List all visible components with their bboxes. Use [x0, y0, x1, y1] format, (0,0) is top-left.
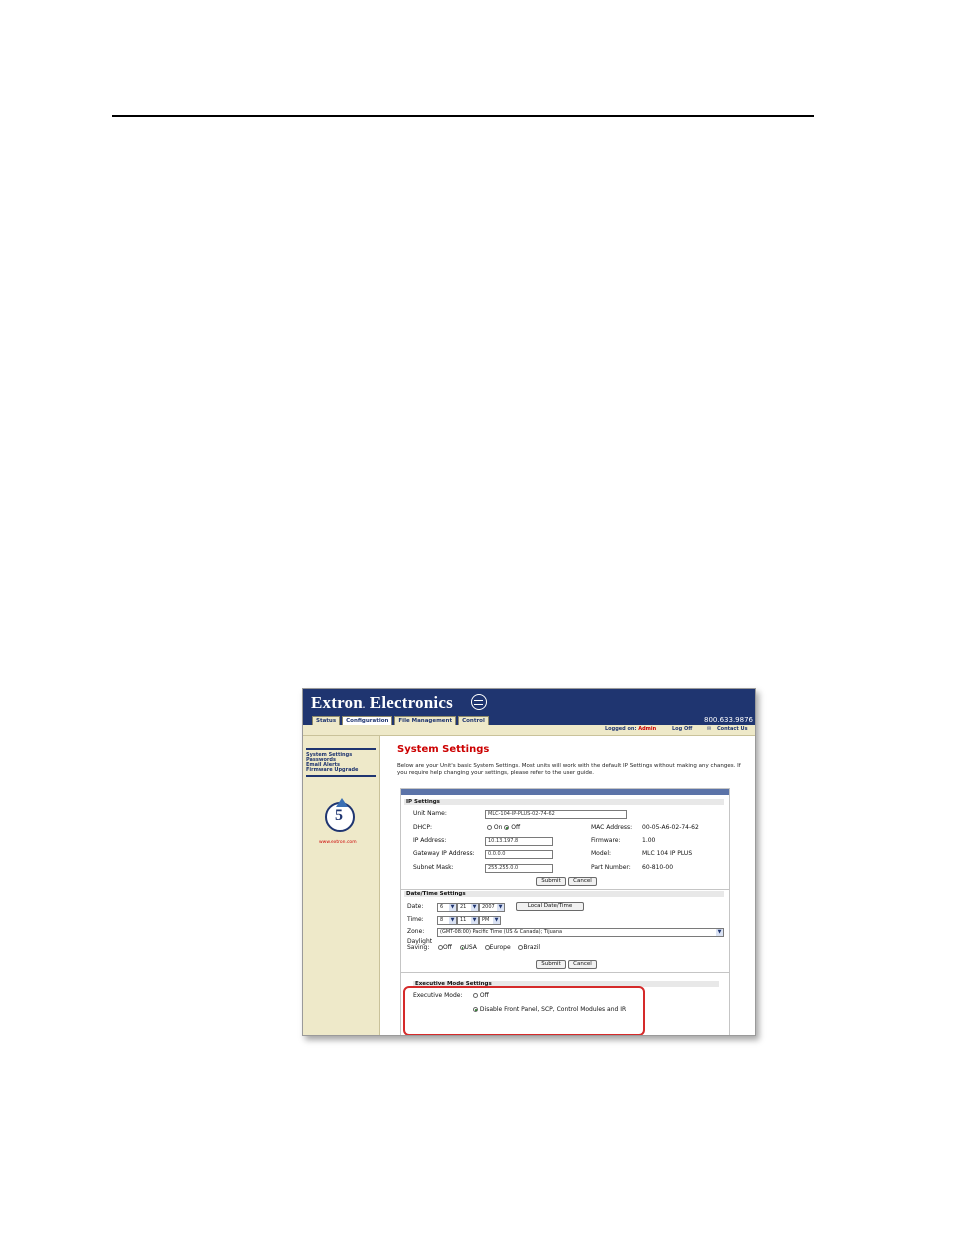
day-select[interactable]: 21 ▼	[457, 903, 479, 912]
gateway-input[interactable]: 0.0.0.0	[485, 850, 553, 859]
logged-on-label: Logged on:	[605, 726, 637, 732]
chevron-down-icon: ▼	[471, 917, 478, 924]
local-datetime-button[interactable]: Local Date/Time	[516, 902, 584, 911]
time-label: Time:	[407, 916, 424, 923]
logo-suffix: Electronics	[365, 693, 453, 712]
year-value: 2007	[482, 904, 495, 910]
ip-address-label: IP Address:	[413, 837, 447, 844]
minute-value: 11	[460, 917, 467, 923]
zone-select[interactable]: (GMT-08:00) Pacific Time (US & Canada); …	[437, 928, 724, 937]
datetime-cancel-button[interactable]: Cancel	[568, 960, 597, 969]
part-number-value: 60-810-00	[642, 864, 674, 871]
model-label: Model:	[591, 850, 612, 857]
phone-number: 800.633.9876	[704, 716, 753, 724]
dst-off-radio[interactable]	[438, 945, 443, 950]
month-select[interactable]: 6 ▼	[437, 903, 457, 912]
year-select[interactable]: 2007 ▼	[479, 903, 505, 912]
dst-off-label: Off	[443, 944, 452, 951]
logo-brand: Extron	[311, 693, 363, 712]
zone-label: Zone:	[407, 928, 425, 935]
datetime-submit-button[interactable]: Submit	[536, 960, 566, 969]
hour-select[interactable]: 8 ▼	[437, 916, 457, 925]
panel-top-bar	[401, 789, 729, 795]
mac-label: MAC Address:	[591, 824, 633, 831]
section-divider-2	[401, 972, 729, 973]
extron-logo[interactable]: Extron. Electronics	[311, 693, 453, 713]
chevron-down-icon: ▼	[497, 904, 504, 911]
subnet-label: Subnet Mask:	[413, 864, 454, 871]
dhcp-off-radio[interactable]	[504, 825, 510, 830]
firmware-label: Firmware:	[591, 837, 621, 844]
day-value: 21	[460, 904, 467, 910]
dst-europe-radio[interactable]	[484, 945, 490, 950]
datetime-heading: Date/Time Settings	[404, 891, 724, 897]
page-top-rule	[112, 115, 814, 117]
mac-value: 00-05-A6-02-74-62	[642, 824, 699, 831]
chevron-down-icon: ▼	[449, 917, 456, 924]
badge-number: 5	[335, 807, 343, 824]
sidebar-divider-bottom	[306, 775, 376, 777]
chevron-down-icon: ▼	[471, 904, 478, 911]
ip-address-input[interactable]: 10.13.197.8	[485, 837, 553, 846]
sidebar-item-firmware-upgrade[interactable]: Firmware Upgrade	[306, 768, 358, 773]
dhcp-options: On Off	[487, 824, 520, 831]
dst-usa-label: USA	[464, 944, 477, 951]
dst-europe-label: Europe	[489, 944, 511, 951]
sidebar-divider-top	[306, 748, 376, 750]
web-ui-screenshot: Extron. Electronics Status Configuration…	[302, 688, 756, 1036]
ip-cancel-button[interactable]: Cancel	[568, 877, 597, 886]
ampm-value: PM	[482, 917, 490, 923]
part-number-label: Part Number:	[591, 864, 631, 871]
executive-highlight-box	[403, 986, 645, 1035]
dst-options: Off USA Europe Brazil	[438, 944, 540, 951]
subnet-input[interactable]: 255.255.0.0	[485, 864, 553, 873]
ip-settings-heading: IP Settings	[404, 799, 724, 805]
dhcp-on-label: On	[493, 824, 503, 831]
sidebar: System Settings Passwords Email Alerts F…	[303, 736, 380, 1035]
section-divider-1	[401, 889, 729, 890]
date-label: Date:	[407, 903, 424, 910]
intro-text: Below are your Unit's basic System Setti…	[397, 763, 741, 776]
chevron-down-icon: ▼	[716, 929, 723, 936]
dst-brazil-label: Brazil	[523, 944, 541, 951]
ampm-select[interactable]: PM ▼	[479, 916, 501, 925]
dhcp-label: DHCP:	[413, 824, 432, 831]
chevron-down-icon: ▼	[449, 904, 456, 911]
month-value: 6	[440, 904, 444, 910]
dhcp-on-radio[interactable]	[487, 825, 492, 830]
page-title: System Settings	[397, 744, 490, 755]
chevron-down-icon: ▼	[493, 917, 500, 924]
logged-user: Admin	[638, 726, 657, 732]
daylight-label-line2: Saving:	[407, 944, 430, 951]
logged-on-text: Logged on: Admin	[605, 726, 656, 732]
user-bar: Logged on: Admin Log Off ✉ Contact Us	[303, 725, 755, 736]
zone-value: (GMT-08:00) Pacific Time (US & Canada); …	[440, 929, 563, 935]
dst-usa-radio[interactable]	[459, 945, 465, 950]
warranty-badge-icon: 5	[325, 798, 355, 832]
contact-us-link[interactable]: Contact Us	[717, 726, 748, 732]
website-link[interactable]: www.extron.com	[319, 840, 357, 845]
minute-select[interactable]: 11 ▼	[457, 916, 479, 925]
ip-submit-button[interactable]: Submit	[536, 877, 566, 886]
daylight-label: Daylight Saving:	[407, 939, 432, 951]
gateway-label: Gateway IP Address:	[413, 850, 475, 857]
badge-triangle	[336, 798, 348, 807]
model-value: MLC 104 IP PLUS	[642, 850, 693, 857]
header-banner: Extron. Electronics Status Configuration…	[303, 689, 755, 727]
firmware-value: 1.00	[642, 837, 656, 844]
envelope-icon: ✉	[707, 726, 712, 732]
unit-name-input[interactable]: MLC-104-IP-PLUS-02-74-62	[485, 810, 627, 819]
dhcp-off-label: Off	[511, 824, 521, 831]
log-off-link[interactable]: Log Off	[672, 726, 692, 732]
unit-name-label: Unit Name:	[413, 810, 447, 817]
hour-value: 8	[440, 917, 444, 923]
globe-icon	[471, 694, 487, 710]
